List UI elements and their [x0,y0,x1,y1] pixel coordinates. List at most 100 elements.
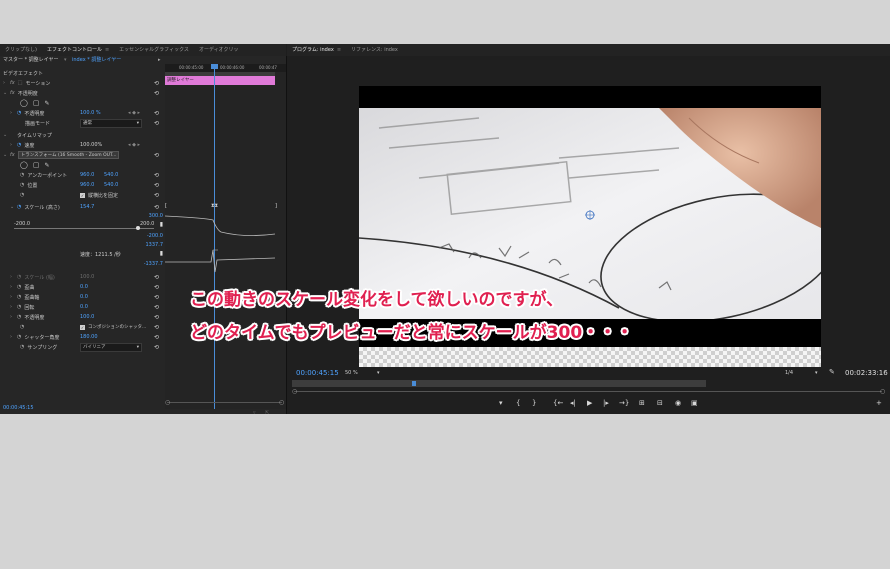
step-forward-icon[interactable]: |▸ [603,399,609,407]
export-icon[interactable]: ⇱ [265,410,269,416]
twirl-icon[interactable]: › [3,80,7,86]
zoom-select[interactable]: 50 % ▾ [345,369,385,377]
stopwatch-icon[interactable]: ◔ [17,314,21,320]
stopwatch-icon[interactable]: ◔ [20,344,24,350]
reset-icon[interactable]: ⟲ [154,344,159,351]
twirl-icon[interactable]: › [10,334,14,340]
stopwatch-icon[interactable]: ◔ [20,324,24,330]
twirl-icon[interactable]: › [10,142,14,148]
rectangle-mask-icon[interactable]: ▢ [33,161,40,169]
tab-reference[interactable]: リファレンス: index [346,44,403,56]
twirl-icon[interactable]: › [10,314,14,320]
timeline-zoom-bar[interactable] [167,402,282,403]
opacity2-value[interactable]: 100.0 [80,314,94,320]
reset-icon[interactable]: ⟲ [154,284,159,291]
reset-icon[interactable]: ⟲ [154,152,159,159]
fx-icon[interactable]: fx [10,80,15,86]
stopwatch-icon[interactable]: ◔ [17,334,21,340]
wrench-icon[interactable]: ✎ [829,368,835,376]
graph-handle-icon[interactable]: ▮ [160,221,163,228]
program-time-ruler[interactable] [292,380,706,387]
tab-no-clip[interactable]: クリップなし) [0,44,42,56]
speed-value[interactable]: 100.00% [80,142,102,148]
fx-icon[interactable]: fx [10,152,15,158]
clip-label[interactable]: index * 調整レイヤー [72,56,121,64]
effect-transform[interactable]: ⌄ fx トランスフォーム (16 Smooth - Zoom OUT... ⟲ [0,150,165,160]
timeline-ruler[interactable]: 00:00:45:00 00:00:46:00 00:00:47 [165,64,286,72]
uniform-scale-checkbox[interactable]: ✓ [80,192,85,198]
program-timecode[interactable]: 00:00:45:15 [296,369,339,377]
scale-slider-thumb[interactable] [136,226,140,230]
reset-icon[interactable]: ⟲ [154,182,159,189]
go-to-in-icon[interactable]: {← [553,399,563,407]
zoom-handle-icon[interactable]: ○ [279,399,284,406]
position-x-value[interactable]: 960.0 [80,182,94,188]
add-marker-icon[interactable]: ▾ [499,399,503,407]
twirl-open-icon[interactable]: ⌄ [10,204,14,210]
step-back-icon[interactable]: ◂| [570,399,576,407]
reset-icon[interactable]: ⟲ [154,172,159,179]
play-clip-icon[interactable]: ▸ [158,56,161,64]
zoom-handle-icon[interactable]: ○ [292,388,297,395]
mark-out-icon[interactable]: } [532,399,536,407]
master-label[interactable]: マスター * 調整レイヤー [3,56,59,64]
lift-icon[interactable]: ⊞ [639,399,645,407]
ellipse-mask-icon[interactable]: ◯ [20,99,28,107]
reset-icon[interactable]: ⟲ [154,80,159,87]
stopwatch-icon[interactable]: ◔ [17,142,21,148]
reset-icon[interactable]: ⟲ [154,274,159,281]
stopwatch-icon[interactable]: ◔ [17,304,21,310]
effect-opacity[interactable]: ⌄ fx 不透明度 ⟲ [0,88,165,98]
tab-effect-controls[interactable]: エフェクトコントロール ≡ [41,44,115,57]
tab-audio-clip[interactable]: オーディオクリッ [194,44,244,56]
go-to-out-icon[interactable]: →} [619,399,629,407]
reset-icon[interactable]: ⟲ [154,120,159,127]
shutter-angle-value[interactable]: 180.00 [80,334,98,340]
stopwatch-icon[interactable]: ◔ [17,274,21,280]
stopwatch-active-icon[interactable]: ◔ [17,204,21,210]
blend-mode-select[interactable]: 通常 ▾ [80,118,142,128]
quality-select[interactable]: 1/4 ▾ [785,369,825,377]
play-icon[interactable]: ▶ [587,399,592,407]
reset-icon[interactable]: ⟲ [154,110,159,117]
scale-curve-graph[interactable] [165,210,286,280]
effect-timeline[interactable]: 00:00:45:00 00:00:46:00 00:00:47 調整レイヤー … [165,64,286,416]
zoom-handle-icon[interactable]: ○ [165,399,170,406]
reset-icon[interactable]: ⟲ [154,192,159,199]
scale-height-value[interactable]: 154.7 [80,204,94,210]
twirl-icon[interactable]: › [10,110,14,116]
keyframe-nav[interactable]: ◂ ◆ ▸ [128,110,140,116]
fx-icon[interactable]: fx [10,90,15,96]
stopwatch-icon[interactable]: ◔ [20,172,24,178]
stopwatch-icon[interactable]: ◔ [17,294,21,300]
program-playhead[interactable] [412,381,416,386]
mark-in-icon[interactable]: { [516,399,520,407]
stopwatch-icon[interactable]: ◔ [17,110,21,116]
program-zoom-bar[interactable] [294,391,882,392]
sampling-select[interactable]: バイリニア ▾ [80,342,142,352]
reset-icon[interactable]: ⟲ [154,90,159,97]
zoom-handle-icon[interactable]: ○ [880,388,885,395]
stopwatch-icon[interactable]: ◔ [20,192,24,198]
playhead-handle[interactable] [211,64,218,69]
tab-program[interactable]: プログラム: index ≡ [287,44,347,57]
stopwatch-icon[interactable]: ◔ [17,284,21,290]
reset-icon[interactable]: ⟲ [154,314,159,321]
comp-shutter-checkbox[interactable]: ✓ [80,324,85,330]
rotation-value[interactable]: 0.0 [80,304,88,310]
extract-icon[interactable]: ⊟ [657,399,663,407]
skew-axis-value[interactable]: 0.0 [80,294,88,300]
skew-value[interactable]: 0.0 [80,284,88,290]
twirl-icon[interactable]: › [10,304,14,310]
twirl-open-icon[interactable]: ⌄ [3,132,7,138]
ellipse-mask-icon[interactable]: ◯ [20,161,28,169]
graph-handle-icon[interactable]: ▮ [160,250,163,257]
twirl-icon[interactable]: › [10,274,14,280]
pen-mask-icon[interactable]: ✎ [44,100,49,107]
rectangle-mask-icon[interactable]: ▢ [33,99,40,107]
anchor-y-value[interactable]: 540.0 [104,172,118,178]
position-y-value[interactable]: 540.0 [104,182,118,188]
reset-icon[interactable]: ⟲ [154,324,159,331]
reset-icon[interactable]: ⟲ [154,204,159,211]
effect-motion[interactable]: › fx ⬚ モーション ⟲ [0,78,165,88]
